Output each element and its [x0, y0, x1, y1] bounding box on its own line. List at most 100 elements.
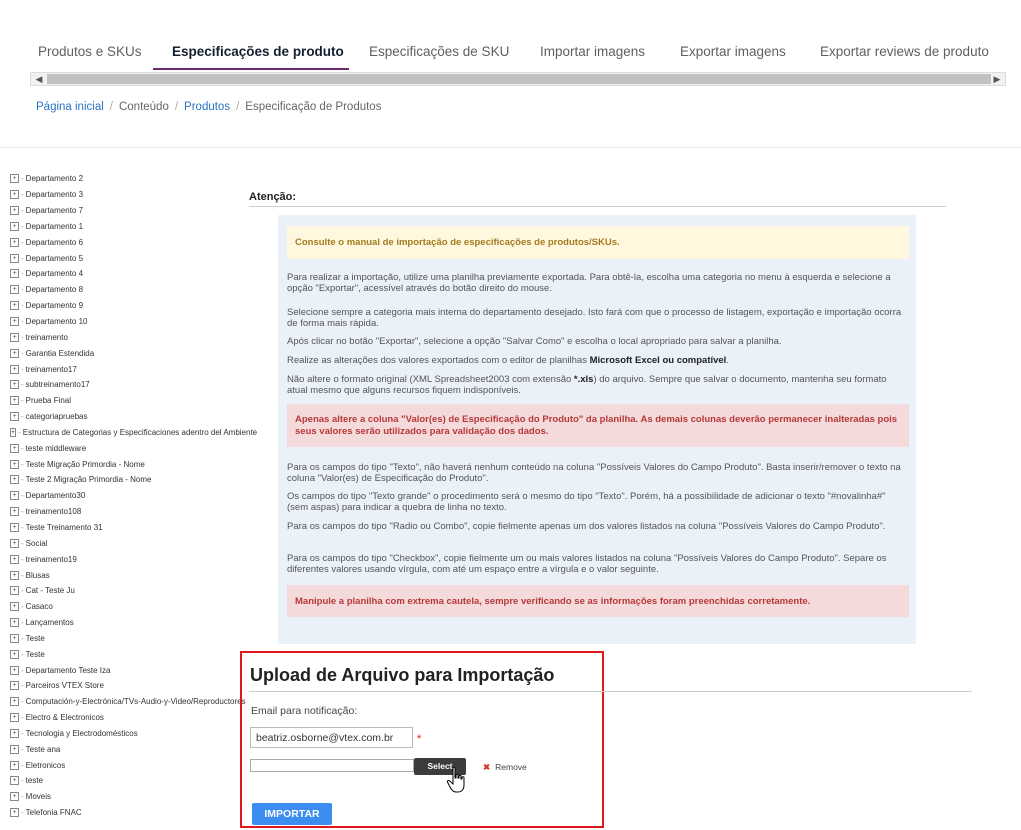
expand-plus-icon[interactable]: +: [10, 665, 19, 675]
tree-item[interactable]: + - Estructura de Categorias y Especificac…: [10, 425, 257, 441]
tree-item[interactable]: + - Teste: [10, 630, 257, 646]
tree-item[interactable]: + - Departamento 8: [10, 282, 257, 298]
expand-plus-icon[interactable]: +: [10, 443, 19, 453]
expand-plus-icon[interactable]: +: [10, 364, 19, 374]
breadcrumb-home-link[interactable]: Página inicial: [36, 101, 104, 113]
expand-plus-icon[interactable]: +: [10, 475, 19, 485]
tree-item[interactable]: + - Moveis: [10, 789, 257, 805]
file-path-field[interactable]: [250, 759, 414, 772]
expand-plus-icon[interactable]: +: [10, 221, 19, 231]
tab-especificacoes-de-produto[interactable]: Especificações de produto: [172, 44, 344, 59]
tab-exportar-reviews[interactable]: Exportar reviews de produto: [820, 44, 989, 59]
tree-item[interactable]: + - treinamento: [10, 329, 257, 345]
tabs-horizontal-scrollbar[interactable]: ◀ ▶: [30, 72, 1006, 86]
tab-importar-imagens[interactable]: Importar imagens: [540, 44, 645, 59]
tree-item[interactable]: + - Eletronicos: [10, 757, 257, 773]
expand-plus-icon[interactable]: +: [10, 427, 17, 437]
tree-item[interactable]: + - Telefonia FNAC: [10, 805, 257, 821]
expand-plus-icon[interactable]: +: [10, 301, 19, 311]
tree-item[interactable]: + - Casaco: [10, 599, 257, 615]
email-field[interactable]: [250, 727, 413, 748]
scrollbar-thumb[interactable]: [47, 74, 991, 84]
tree-item[interactable]: + - teste middleware: [10, 440, 257, 456]
expand-plus-icon[interactable]: +: [10, 554, 19, 564]
expand-plus-icon[interactable]: +: [10, 538, 19, 548]
tree-item[interactable]: + - Social: [10, 535, 257, 551]
expand-plus-icon[interactable]: +: [10, 190, 19, 200]
expand-plus-icon[interactable]: +: [10, 380, 19, 390]
expand-plus-icon[interactable]: +: [10, 618, 19, 628]
expand-plus-icon[interactable]: +: [10, 269, 19, 279]
tree-item-label: Moveis: [25, 792, 52, 802]
expand-plus-icon[interactable]: +: [10, 237, 19, 247]
tree-item[interactable]: + - Departamento 10: [10, 314, 257, 330]
scroll-right-arrow-icon[interactable]: ▶: [990, 72, 1004, 86]
expand-plus-icon[interactable]: +: [10, 332, 19, 342]
tree-item[interactable]: + - Garantia Estendida: [10, 345, 257, 361]
tree-item[interactable]: + - subtreinamento17: [10, 377, 257, 393]
tree-item[interactable]: + - Departamento 5: [10, 250, 257, 266]
tree-item[interactable]: + - Departamento30: [10, 488, 257, 504]
import-button[interactable]: IMPORTAR: [252, 803, 332, 825]
expand-plus-icon[interactable]: +: [10, 713, 19, 723]
expand-plus-icon[interactable]: +: [10, 728, 19, 738]
tree-item[interactable]: + - Departamento 7: [10, 203, 257, 219]
remove-file-button[interactable]: ✖ Remove: [483, 762, 527, 773]
tab-especificacoes-de-sku[interactable]: Especificações de SKU: [369, 44, 509, 59]
expand-plus-icon[interactable]: +: [10, 697, 19, 707]
expand-plus-icon[interactable]: +: [10, 808, 19, 818]
tree-item[interactable]: + - Blusas: [10, 567, 257, 583]
tree-item[interactable]: + - Cat - Teste Ju: [10, 583, 257, 599]
expand-plus-icon[interactable]: +: [10, 586, 19, 596]
tree-item[interactable]: + - Departamento 2: [10, 171, 257, 187]
tree-item[interactable]: + - Teste: [10, 646, 257, 662]
tree-item[interactable]: + - categoriapruebas: [10, 409, 257, 425]
tree-item[interactable]: + - Teste ana: [10, 741, 257, 757]
tree-item[interactable]: + - Parceiros VTEX Store: [10, 678, 257, 694]
tree-item[interactable]: + - Prueba Final: [10, 393, 257, 409]
expand-plus-icon[interactable]: +: [10, 412, 19, 422]
breadcrumb-products-link[interactable]: Produtos: [184, 101, 230, 113]
expand-plus-icon[interactable]: +: [10, 396, 19, 406]
expand-plus-icon[interactable]: +: [10, 348, 19, 358]
expand-plus-icon[interactable]: +: [10, 253, 19, 263]
tree-item[interactable]: + - Departamento 6: [10, 234, 257, 250]
expand-plus-icon[interactable]: +: [10, 681, 19, 691]
tree-item[interactable]: + - Lançamentos: [10, 615, 257, 631]
expand-plus-icon[interactable]: +: [10, 792, 19, 802]
tree-item[interactable]: + - treinamento19: [10, 551, 257, 567]
scroll-left-arrow-icon[interactable]: ◀: [32, 72, 46, 86]
expand-plus-icon[interactable]: +: [10, 507, 19, 517]
tree-item[interactable]: + - Departamento 4: [10, 266, 257, 282]
expand-plus-icon[interactable]: +: [10, 633, 19, 643]
tab-exportar-imagens[interactable]: Exportar imagens: [680, 44, 786, 59]
tree-item[interactable]: + - Departamento 3: [10, 187, 257, 203]
tree-item[interactable]: + - Departamento 1: [10, 219, 257, 235]
tree-item[interactable]: + - treinamento17: [10, 361, 257, 377]
tree-item[interactable]: + - Computación-y-Electrónica/TVs-Audio-y-…: [10, 694, 257, 710]
expand-plus-icon[interactable]: +: [10, 776, 19, 786]
expand-plus-icon[interactable]: +: [10, 491, 19, 501]
tree-item[interactable]: + - Teste Treinamento 31: [10, 520, 257, 536]
expand-plus-icon[interactable]: +: [10, 317, 19, 327]
tree-item[interactable]: + - Electro & Electronicos: [10, 710, 257, 726]
expand-plus-icon[interactable]: +: [10, 570, 19, 580]
tree-item[interactable]: + - Departamento Teste Iza: [10, 662, 257, 678]
tab-produtos-e-skus[interactable]: Produtos e SKUs: [38, 44, 142, 59]
expand-plus-icon[interactable]: +: [10, 649, 19, 659]
tree-item[interactable]: + - treinamento108: [10, 504, 257, 520]
expand-plus-icon[interactable]: +: [10, 206, 19, 216]
expand-plus-icon[interactable]: +: [10, 285, 19, 295]
expand-plus-icon[interactable]: +: [10, 760, 19, 770]
tree-item[interactable]: + - teste: [10, 773, 257, 789]
tree-item[interactable]: + - Tecnologia y Electrodomésticos: [10, 726, 257, 742]
expand-plus-icon[interactable]: +: [10, 744, 19, 754]
expand-plus-icon[interactable]: +: [10, 602, 19, 612]
tree-item[interactable]: + - Teste Migração Primordia - Nome: [10, 456, 257, 472]
expand-plus-icon[interactable]: +: [10, 459, 19, 469]
tree-item[interactable]: + - Departamento 9: [10, 298, 257, 314]
expand-plus-icon[interactable]: +: [10, 174, 19, 184]
manual-link[interactable]: Consulte o manual de importação de espec…: [295, 237, 620, 248]
tree-item[interactable]: + - Teste 2 Migração Primordia - Nome: [10, 472, 257, 488]
expand-plus-icon[interactable]: +: [10, 522, 19, 532]
